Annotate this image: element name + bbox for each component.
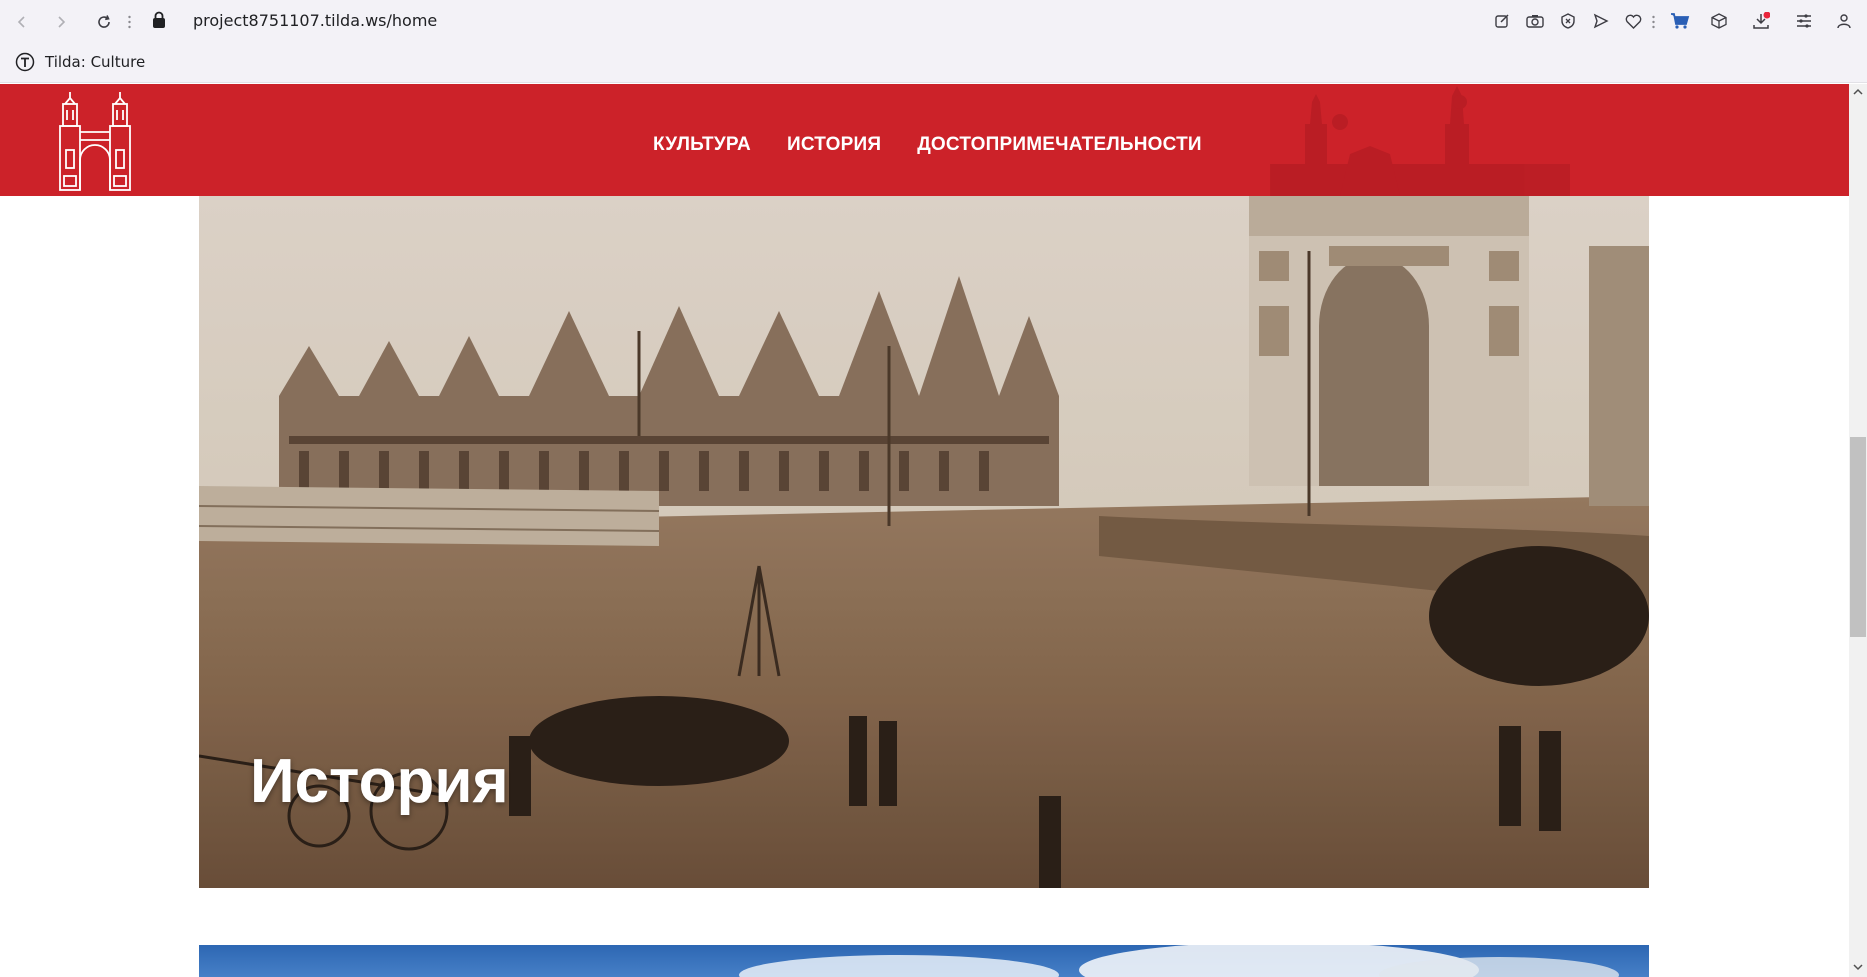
reload-icon[interactable]	[91, 9, 117, 35]
more-dots-icon-2[interactable]	[1652, 14, 1655, 29]
box-icon[interactable]	[1707, 9, 1731, 33]
send-icon[interactable]	[1589, 9, 1613, 33]
page-viewport: КУЛЬТУРА ИСТОРИЯ ДОСТОПРИМЕЧАТЕЛЬНОСТИ И…	[0, 84, 1849, 977]
scrollbar-thumb[interactable]	[1850, 437, 1866, 637]
profile-icon[interactable]	[1832, 9, 1856, 33]
menu-icon[interactable]	[1792, 9, 1816, 33]
menu-item-history[interactable]: ИСТОРИЯ	[787, 134, 881, 156]
url-field[interactable]: project8751107.tilda.ws/home	[193, 11, 437, 30]
site-logo[interactable]	[58, 90, 132, 196]
scroll-down-icon[interactable]	[1853, 963, 1863, 971]
address-row: project8751107.tilda.ws/home	[0, 0, 1867, 42]
edit-icon[interactable]	[1490, 9, 1514, 33]
camera-icon[interactable]	[1523, 9, 1547, 33]
shield-icon[interactable]	[1556, 9, 1580, 33]
menu-item-sights[interactable]: ДОСТОПРИМЕЧАТЕЛЬНОСТИ	[917, 134, 1202, 156]
tab-row: Tilda: Culture	[0, 42, 1867, 82]
menu-item-culture[interactable]: КУЛЬТУРА	[653, 134, 751, 156]
back-icon[interactable]	[9, 9, 35, 35]
cart-icon[interactable]	[1668, 9, 1692, 33]
browser-chrome: project8751107.tilda.ws/home Tilda: Cult…	[0, 0, 1867, 83]
download-icon[interactable]	[1749, 9, 1773, 33]
hero-title: История	[250, 747, 509, 816]
arch-logo-icon	[59, 92, 131, 191]
lock-icon[interactable]	[152, 11, 166, 33]
heart-icon[interactable]	[1621, 9, 1645, 33]
tab-title[interactable]: Tilda: Culture	[45, 53, 145, 71]
more-dots-icon[interactable]	[128, 14, 131, 29]
sky-photo-image	[739, 945, 1619, 977]
header-silhouette-icon	[1270, 86, 1570, 196]
main-menu: КУЛЬТУРА ИСТОРИЯ ДОСТОПРИМЕЧАТЕЛЬНОСТИ	[653, 134, 1202, 156]
forward-icon[interactable]	[48, 9, 74, 35]
tilda-favicon-icon	[15, 52, 35, 76]
site-header: КУЛЬТУРА ИСТОРИЯ ДОСТОПРИМЕЧАТЕЛЬНОСТИ	[0, 84, 1849, 196]
history-hero-image[interactable]: История	[199, 196, 1649, 888]
scroll-up-icon[interactable]	[1853, 88, 1863, 96]
next-section-image[interactable]	[199, 945, 1649, 977]
